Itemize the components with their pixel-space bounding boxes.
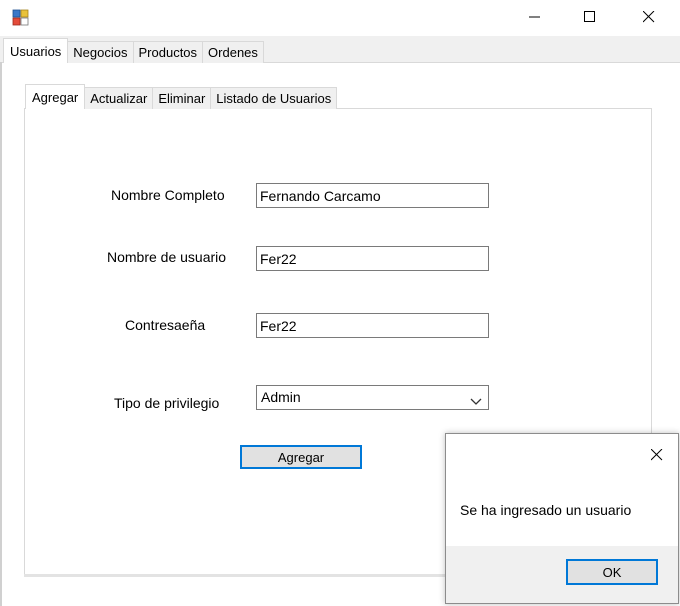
title-bar xyxy=(0,0,680,36)
password-field[interactable] xyxy=(256,313,489,338)
username-field[interactable] xyxy=(256,246,489,271)
app-icon xyxy=(12,9,29,26)
maximize-icon xyxy=(584,10,596,26)
tab-agregar[interactable]: Agregar xyxy=(25,84,86,109)
maximize-button[interactable] xyxy=(567,0,613,36)
tab-listado-de-usuarios[interactable]: Listado de Usuarios xyxy=(210,87,338,109)
full-name-label: Nombre Completo xyxy=(111,187,225,203)
tab-productos[interactable]: Productos xyxy=(132,41,204,63)
window-left-edge xyxy=(0,62,2,606)
tab-eliminar[interactable]: Eliminar xyxy=(152,87,212,109)
close-icon xyxy=(650,448,663,464)
inner-tabstrip: Agregar Actualizar Eliminar Listado de U… xyxy=(25,84,338,109)
dialog-message: Se ha ingresado un usuario xyxy=(460,502,632,518)
ok-button[interactable]: OK xyxy=(566,559,658,585)
message-dialog: Se ha ingresado un usuario OK xyxy=(445,433,679,604)
privilege-selected-value: Admin xyxy=(261,389,301,405)
privilege-label: Tipo de privilegio xyxy=(114,395,220,411)
username-label: Nombre de usuario xyxy=(107,249,227,265)
dialog-footer: OK xyxy=(446,546,678,603)
tab-actualizar[interactable]: Actualizar xyxy=(84,87,154,109)
tab-usuarios[interactable]: Usuarios xyxy=(3,38,69,63)
outer-tabstrip: Usuarios Negocios Productos Ordenes xyxy=(3,38,264,63)
full-name-field[interactable] xyxy=(256,183,489,208)
minimize-button[interactable] xyxy=(512,0,558,36)
agregar-button[interactable]: Agregar xyxy=(240,445,362,469)
privilege-select[interactable]: Admin xyxy=(256,385,489,410)
tab-ordenes[interactable]: Ordenes xyxy=(202,41,264,63)
minimize-icon xyxy=(529,11,541,26)
close-icon xyxy=(642,10,655,26)
chevron-down-icon xyxy=(470,393,482,409)
tab-negocios[interactable]: Negocios xyxy=(67,41,134,63)
password-label: Contresaeña xyxy=(125,317,206,333)
dialog-close-button[interactable] xyxy=(645,444,669,468)
close-button[interactable] xyxy=(626,0,672,36)
